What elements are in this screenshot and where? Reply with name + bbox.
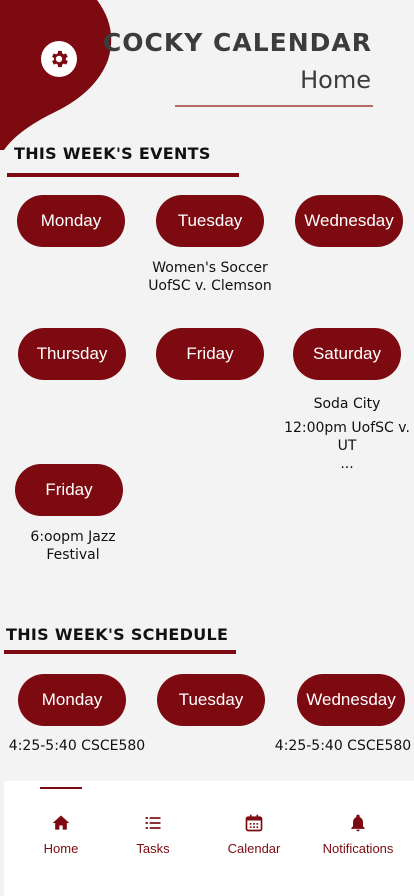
schedule-wednesday-details: 4:25-5:40 CSCE580 — [274, 738, 412, 754]
schedule-heading: THIS WEEK'S SCHEDULE — [6, 625, 229, 644]
nav-home[interactable]: Home — [40, 813, 82, 856]
event-text-line: UT — [337, 438, 357, 454]
schedule-heading-rule — [4, 650, 236, 654]
nav-label: Tasks — [136, 841, 170, 856]
event-friday-details: 6:oopm Jazz Festival — [3, 528, 143, 564]
title-divider — [175, 105, 373, 107]
nav-label: Notifications — [322, 841, 394, 856]
nav-calendar[interactable]: Calendar — [220, 813, 288, 856]
event-text-line: Festival — [46, 547, 100, 563]
event-day-saturday[interactable]: Saturday — [293, 328, 401, 380]
event-text-line: Women's Soccer — [152, 260, 268, 276]
event-day-friday[interactable]: Friday — [156, 328, 264, 380]
event-text-line: 6:oopm Jazz — [30, 529, 116, 545]
bottom-nav: Home Tasks Calendar Notifications — [4, 781, 414, 896]
event-day-thursday[interactable]: Thursday — [18, 328, 126, 380]
header-decoration — [0, 0, 112, 150]
calendar-icon — [245, 814, 263, 832]
home-icon — [52, 815, 70, 830]
event-text-line: UofSC v. Clemson — [148, 278, 272, 294]
settings-button[interactable] — [41, 41, 77, 77]
nav-tasks[interactable]: Tasks — [128, 813, 178, 856]
event-text-line: 12:00pm UofSC v. — [284, 420, 410, 436]
active-tab-indicator — [40, 787, 82, 789]
gear-icon — [52, 50, 68, 68]
events-heading: THIS WEEK'S EVENTS — [14, 144, 211, 163]
event-day-monday[interactable]: Monday — [17, 195, 125, 247]
event-day-friday-next[interactable]: Friday — [15, 464, 123, 516]
events-heading-rule — [7, 173, 239, 177]
event-tuesday-details: Women's Soccer UofSC v. Clemson — [130, 259, 290, 295]
event-day-tuesday[interactable]: Tuesday — [156, 195, 264, 247]
bell-icon — [351, 814, 365, 832]
event-text-line: ... — [340, 456, 354, 472]
event-text-line: Soda City — [313, 396, 381, 412]
schedule-monday-details: 4:25-5:40 CSCE580 — [8, 738, 146, 754]
nav-notifications[interactable]: Notifications — [314, 813, 402, 856]
event-day-wednesday[interactable]: Wednesday — [295, 195, 403, 247]
schedule-day-monday[interactable]: Monday — [18, 674, 126, 726]
schedule-day-wednesday[interactable]: Wednesday — [297, 674, 405, 726]
event-saturday-details: Soda City 12:00pm UofSC v. UT ... — [279, 395, 414, 473]
app-title: COCKY CALENDAR — [102, 28, 372, 57]
page-title: Home — [300, 66, 371, 94]
nav-label: Calendar — [227, 841, 281, 856]
nav-label: Home — [43, 841, 79, 856]
list-icon — [145, 817, 161, 829]
schedule-day-tuesday[interactable]: Tuesday — [157, 674, 265, 726]
